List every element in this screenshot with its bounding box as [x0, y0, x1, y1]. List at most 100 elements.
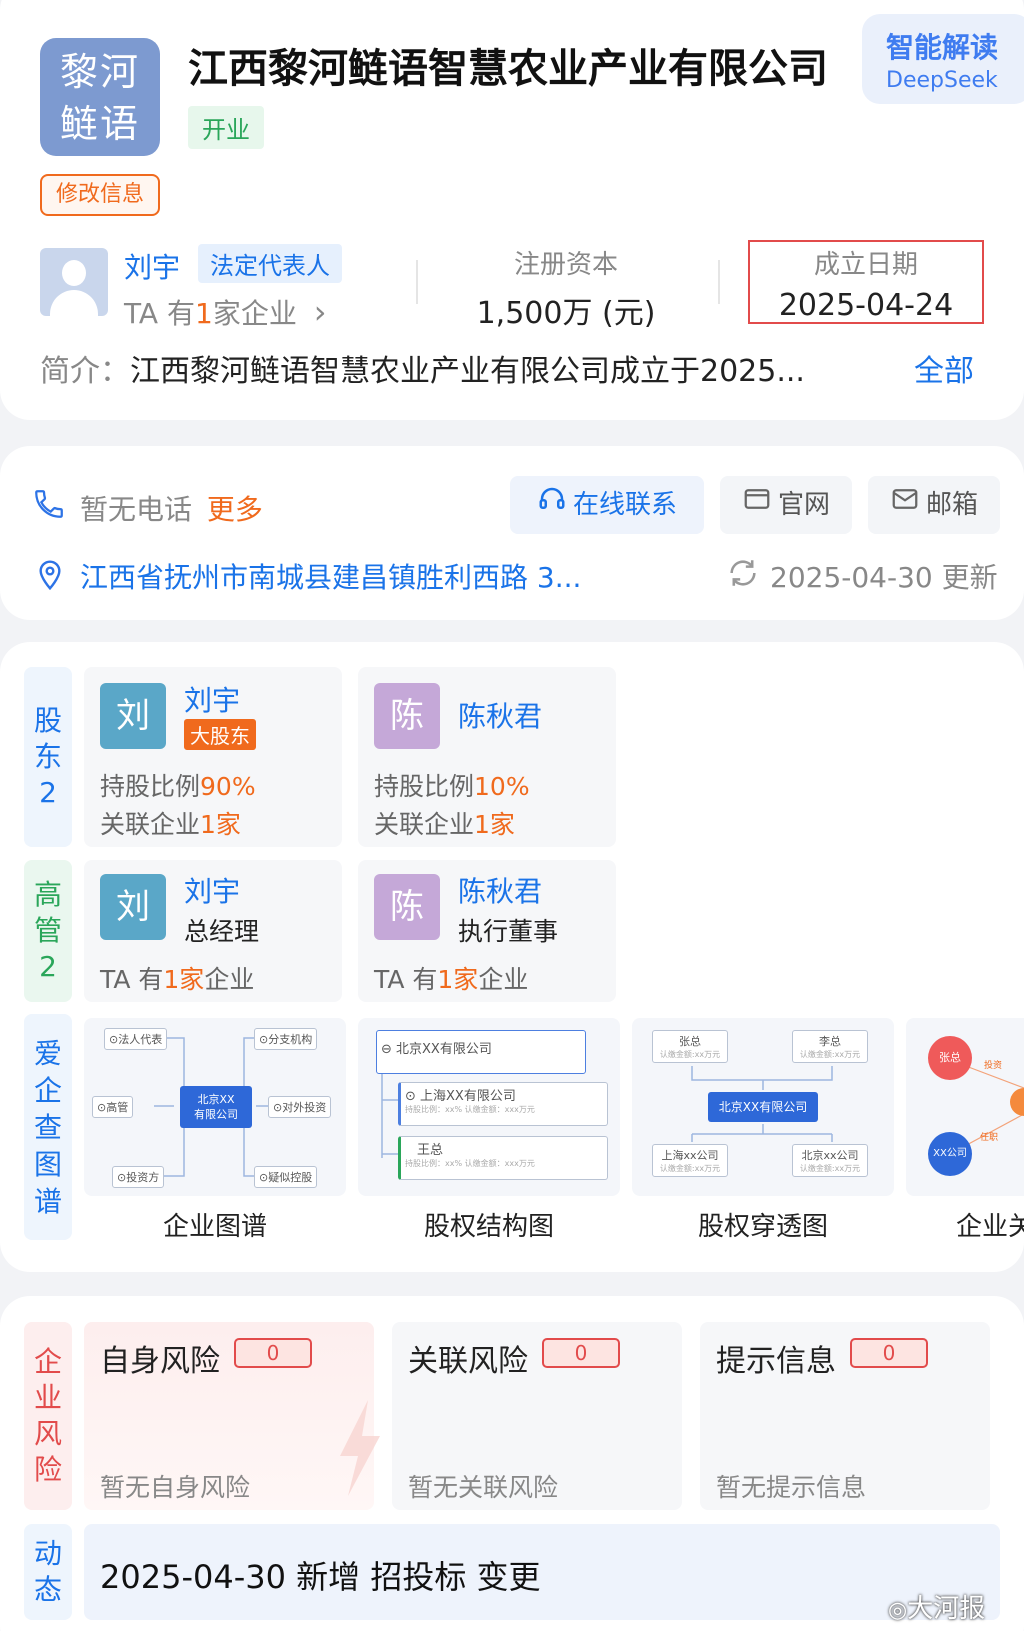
bot1-sub: 认缴金额:xx万元 — [659, 1164, 721, 1173]
divider — [416, 260, 418, 304]
executive-side-tag[interactable]: 高 管 2 — [24, 860, 72, 1002]
sub-prefix: TA 有 — [100, 965, 164, 994]
risk-side-tag[interactable]: 企 业 风 险 — [24, 1322, 72, 1510]
capital-label: 注册资本 — [513, 250, 618, 280]
person-avatar: 陈 — [374, 874, 440, 940]
top1-sub: 认缴金额:xx万元 — [659, 1050, 721, 1059]
shareholder-side-tag[interactable]: 股 东 2 — [24, 667, 72, 847]
person-name: 刘宇 — [184, 875, 241, 908]
edge-label-job: 任职 — [980, 1133, 999, 1143]
email-label: 邮箱 — [925, 490, 978, 520]
sub-prefix: TA 有 — [374, 965, 438, 994]
self-risk-card[interactable]: 自身风险 0 暂无自身风险 — [84, 1322, 380, 1510]
enterprise-relation-thumb[interactable]: 张总 XX公司 投资 任职 — [906, 1018, 1024, 1196]
bottom-node-1: 上海xx公司 认缴金额:xx万元 — [652, 1144, 728, 1177]
status-badge: 开业 — [188, 106, 264, 149]
side-char: 图 — [33, 1147, 62, 1181]
equity-structure-thumb[interactable]: ⊖ 北京XX有限公司 ⊙ 上海XX有限公司 持股比例：xx% 认缴金额：xxx万… — [358, 1018, 620, 1196]
online-contact-button[interactable]: 在线联系 — [510, 476, 704, 534]
center-line1: 北京XX — [197, 1093, 235, 1106]
rel-unit: 家 — [489, 810, 515, 839]
ratio-value: 90% — [200, 772, 256, 801]
side-char: 企 — [33, 1073, 62, 1107]
website-button[interactable]: 官网 — [720, 476, 852, 534]
address-link[interactable]: 江西省抚州市南城县建昌镇胜利西路 3... — [80, 556, 581, 596]
related-companies: 关联企业1家 — [100, 805, 241, 841]
legal-sub-prefix: TA 有 — [124, 297, 195, 330]
legal-sub-suffix: 家企业 — [212, 297, 297, 330]
graph-side-tag[interactable]: 爱 企 查 图 谱 — [24, 1014, 72, 1240]
top2-sub: 认缴金额:xx万元 — [799, 1050, 861, 1059]
legal-rep-companies[interactable]: TA 有1家企业 › — [124, 292, 327, 332]
founded-value: 2025-04-24 — [778, 288, 954, 323]
sub-count: 1 — [163, 965, 180, 994]
sub-suffix: 企业 — [204, 965, 255, 994]
related-risk-card[interactable]: 关联风险 0 暂无关联风险 — [392, 1322, 682, 1510]
executive-card-liu[interactable]: 刘 刘宇 总经理 TA 有1家企业 — [84, 860, 342, 1002]
ai-subtitle: DeepSeek — [886, 68, 998, 93]
ratio-value: 10% — [474, 772, 530, 801]
side-char: 管 — [33, 914, 62, 947]
refresh-icon[interactable] — [726, 556, 760, 590]
child1-sub: 持股比例：xx% 认缴金额：xxx万元 — [405, 1105, 535, 1114]
rel-unit: 家 — [215, 810, 241, 839]
rel-label: 关联企业 — [100, 810, 201, 839]
email-button[interactable]: 邮箱 — [868, 476, 1000, 534]
enterprise-graph-thumb[interactable]: ⊙法人代表 ⊙分支机构 ⊙高管 ⊙对外投资 ⊙投资方 ⊙疑似控股 北京XX 有限… — [84, 1018, 346, 1196]
shareholder-card-liu[interactable]: 刘 刘宇 大股东 持股比例90% 关联企业1家 — [84, 667, 342, 847]
side-char: 爱 — [33, 1036, 62, 1070]
risk-title: 提示信息 — [716, 1344, 836, 1379]
person-avatar: 刘 — [100, 683, 166, 749]
intro-text: 江西黎河鲢语智慧农业产业有限公司成立于2025... — [130, 354, 805, 389]
phone-info: 暂无电话 更多 — [80, 488, 263, 528]
graph-label[interactable]: 股权穿透图 — [632, 1206, 894, 1243]
sub-count: 1 — [437, 965, 454, 994]
person-avatar: 陈 — [374, 683, 440, 749]
risk-empty-text: 暂无自身风险 — [100, 1473, 251, 1502]
shareholder-card-chen[interactable]: 陈 陈秋君 持股比例10% 关联企业1家 — [358, 667, 616, 847]
headset-icon — [537, 477, 567, 535]
intro-all-link[interactable]: 全部 — [914, 346, 974, 390]
equity-penetration-thumb[interactable]: 张总 认缴金额:xx万元 李总 认缴金额:xx万元 北京XX有限公司 上海xx公… — [632, 1018, 894, 1196]
person-name: 陈秋君 — [458, 875, 543, 908]
person-companies: TA 有1家企业 — [374, 960, 528, 996]
graph-label[interactable]: 股权结构图 — [358, 1206, 620, 1243]
side-char: 2 — [39, 950, 57, 983]
risk-empty-text: 暂无提示信息 — [716, 1473, 867, 1502]
ratio-label: 持股比例 — [100, 772, 201, 801]
side-char: 谱 — [33, 1184, 62, 1218]
founded-label: 成立日期 — [813, 250, 918, 280]
graph-label[interactable]: 企业关 — [956, 1206, 1024, 1243]
divider — [718, 260, 720, 304]
sub-suffix: 企业 — [478, 965, 529, 994]
dynamic-bar[interactable]: 2025-04-30 新增 招投标 变更 — [84, 1524, 1000, 1620]
edge-label-invest: 投资 — [984, 1061, 1003, 1071]
browser-icon — [742, 477, 772, 535]
legal-sub-count: 1 — [195, 297, 213, 330]
side-char: 2 — [39, 776, 57, 809]
lightning-icon — [340, 1400, 380, 1496]
graph-label[interactable]: 企业图谱 — [84, 1206, 346, 1243]
rel-count: 1 — [474, 810, 490, 839]
risk-count-badge: 0 — [850, 1338, 928, 1368]
person-role: 总经理 — [184, 917, 260, 946]
phone-more-link[interactable]: 更多 — [207, 493, 263, 526]
bottom-node-2: 北京xx公司 认缴金额:xx万元 — [792, 1144, 868, 1177]
capital-value: 1,500万 (元) — [476, 296, 656, 331]
executive-card-chen[interactable]: 陈 陈秋君 执行董事 TA 有1家企业 — [358, 860, 616, 1002]
edit-info-button[interactable]: 修改信息 — [40, 174, 160, 216]
center-line2: 有限公司 — [194, 1108, 238, 1121]
node-investor: ⊙投资方 — [112, 1166, 165, 1188]
side-char: 动 — [33, 1537, 62, 1570]
top-node-1: 张总 认缴金额:xx万元 — [652, 1030, 728, 1063]
risk-title: 关联风险 — [408, 1344, 528, 1379]
avatar[interactable] — [40, 248, 108, 316]
dynamic-side-tag[interactable]: 动 态 — [24, 1524, 72, 1620]
legal-rep-name[interactable]: 刘宇 — [124, 246, 180, 286]
side-char: 险 — [33, 1453, 62, 1486]
ai-interpret-button[interactable]: 智能解读 DeepSeek — [862, 14, 1024, 104]
child1-title: ⊙ 上海XX有限公司 — [405, 1089, 516, 1104]
notice-info-card[interactable]: 提示信息 0 暂无提示信息 — [700, 1322, 990, 1510]
person-role: 执行董事 — [458, 917, 559, 946]
sub-mid: 家 — [453, 965, 479, 994]
